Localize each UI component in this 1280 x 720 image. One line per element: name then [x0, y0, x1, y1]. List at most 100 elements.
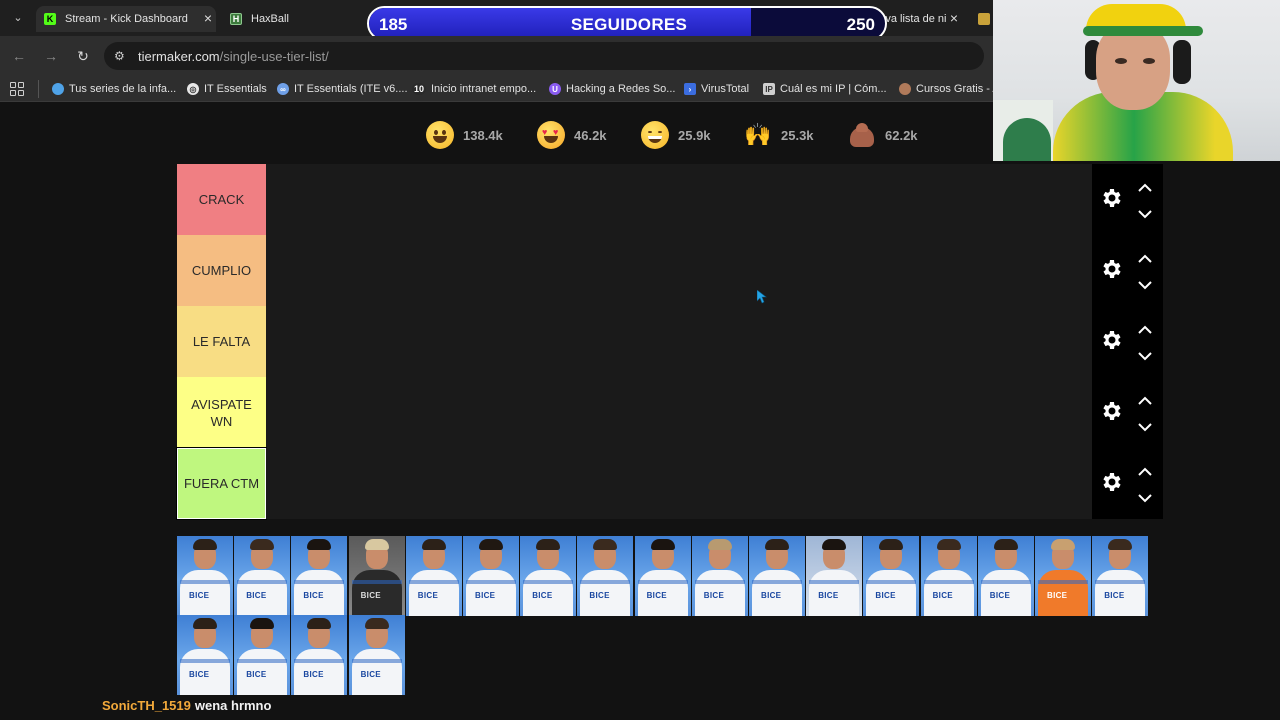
bookmarks-divider [38, 80, 39, 98]
sponsor-label: BICE [360, 670, 381, 679]
virustotal-icon: › [684, 83, 696, 95]
poop-icon [848, 121, 876, 149]
tier-label[interactable]: CRACK [177, 164, 266, 235]
player-card[interactable]: BICE [977, 536, 1034, 616]
player-card[interactable]: BICE [749, 536, 805, 616]
bookmark-label: IT Essentials [204, 83, 267, 95]
player-card[interactable]: BICE [691, 536, 748, 616]
reaction-grinning[interactable]: 138.4k [426, 117, 503, 153]
grinning-face-icon [426, 121, 454, 149]
reload-icon[interactable]: ↻ [74, 47, 92, 65]
chevron-down-icon[interactable] [1138, 490, 1152, 503]
forward-arrow-icon[interactable]: → [42, 47, 60, 65]
chevron-down-icon[interactable] [1138, 348, 1152, 361]
chevron-up-icon[interactable] [1138, 464, 1152, 476]
player-card[interactable]: BICE [348, 536, 405, 616]
sponsor-label: BICE [475, 591, 496, 600]
ip-icon: IP [763, 83, 775, 95]
url-text[interactable]: tiermaker.com/single-use-tier-list/ [138, 49, 329, 64]
player-card[interactable]: BICE [234, 536, 291, 616]
player-card[interactable]: BICE [863, 536, 920, 616]
player-card[interactable]: BICE [634, 536, 691, 616]
player-card[interactable]: BICE [1092, 536, 1149, 616]
tier-label[interactable]: CUMPLIO [177, 235, 266, 306]
tab-kick-dashboard[interactable]: K Stream - Kick Dashboard × [36, 6, 216, 32]
player-card[interactable]: BICE [291, 536, 348, 616]
player-card[interactable]: BICE [920, 536, 977, 616]
follower-goal-label: SEGUIDORES [570, 15, 688, 34]
laughing-face-icon [641, 121, 669, 149]
tab-search-chevron-icon[interactable]: ⌄ [8, 8, 28, 28]
reaction-count: 25.3k [781, 127, 814, 143]
sponsor-label: BICE [818, 591, 839, 600]
gear-icon[interactable] [1100, 186, 1124, 210]
player-card[interactable]: BICE [177, 615, 233, 695]
bookmark-label: Tus series de la infa... [69, 83, 177, 95]
bookmark-item[interactable]: U Hacking a Redes So... [549, 81, 675, 97]
chat-message: SonicTH_1519 wena hrmno [102, 698, 271, 713]
bookmark-label: IT Essentials (ITE v6.... [294, 83, 408, 95]
tier-drop-zone[interactable] [266, 164, 1092, 235]
sponsor-label: BICE [932, 591, 953, 600]
gear-icon[interactable] [1100, 257, 1124, 281]
bookmark-item[interactable]: ∞ IT Essentials (ITE v6.... [277, 81, 408, 97]
chevron-down-icon[interactable] [1138, 419, 1152, 432]
tier-controls [1092, 377, 1163, 448]
reaction-poop[interactable]: 62.2k [848, 117, 918, 153]
player-card[interactable]: BICE [806, 536, 863, 616]
chevron-up-icon[interactable] [1138, 180, 1152, 192]
bookmark-item[interactable]: ◎ IT Essentials [187, 81, 267, 97]
player-card[interactable]: BICE [348, 615, 405, 695]
bookmark-item[interactable]: IP Cuál es mi IP | Cóm... [763, 81, 887, 97]
player-card[interactable]: BICE [577, 536, 634, 616]
tier-controls [1092, 306, 1163, 377]
bookmark-item[interactable]: Tus series de la infa... [52, 81, 176, 97]
gear-icon[interactable] [1100, 328, 1124, 352]
tier-drop-zone[interactable] [266, 235, 1092, 306]
url-field[interactable]: ⚙ tiermaker.com/single-use-tier-list/ [104, 42, 984, 70]
sponsor-label: BICE [761, 591, 782, 600]
bookmark-item[interactable]: 10 Inicio intranet empo... [412, 81, 536, 97]
player-card[interactable]: BICE [405, 536, 462, 616]
close-tab-icon[interactable]: × [200, 6, 216, 32]
reaction-heart-eyes[interactable]: ♥ ♥ 46.2k [537, 117, 607, 153]
chevron-up-icon[interactable] [1138, 393, 1152, 405]
sponsor-label: BICE [189, 670, 210, 679]
chevron-up-icon[interactable] [1138, 251, 1152, 263]
tier-drop-zone[interactable] [266, 448, 1092, 519]
gear-icon[interactable] [1100, 470, 1124, 494]
sponsor-label: BICE [532, 591, 553, 600]
gear-icon[interactable] [1100, 399, 1124, 423]
player-card[interactable]: BICE [291, 615, 348, 695]
chevron-down-icon[interactable] [1138, 206, 1152, 219]
close-tab-icon[interactable]: × [946, 6, 962, 32]
tab-favicon-partial[interactable] [978, 6, 992, 32]
reaction-count: 138.4k [463, 127, 503, 143]
player-card[interactable]: BICE [463, 536, 519, 616]
tier-list: CRACK CUMPLIO LE FALTA AVISPATE WN FUERA CTM [176, 164, 1163, 520]
tier-row: FUERA CTM [176, 447, 1163, 520]
bookmark-label: Cuál es mi IP | Cóm... [780, 83, 887, 95]
sponsor-label: BICE [1104, 591, 1125, 600]
apps-grid-icon[interactable] [10, 82, 24, 96]
player-card[interactable]: BICE [177, 536, 233, 616]
reaction-raised-hands[interactable]: 🙌 25.3k [744, 117, 814, 153]
tier-label[interactable]: FUERA CTM [176, 447, 267, 520]
chevron-up-icon[interactable] [1138, 322, 1152, 334]
tier-label[interactable]: LE FALTA [177, 306, 266, 377]
player-card[interactable]: BICE [234, 615, 291, 695]
tier-label[interactable]: AVISPATE WN [177, 377, 266, 448]
chevron-down-icon[interactable] [1138, 277, 1152, 290]
player-card[interactable]: BICE [520, 536, 577, 616]
site-settings-icon[interactable]: ⚙ [114, 49, 125, 63]
bookmark-item[interactable]: › VirusTotal [684, 81, 749, 97]
sponsor-label: BICE [589, 591, 610, 600]
tier-drop-zone[interactable] [266, 306, 1092, 377]
tier-drop-zone[interactable] [266, 377, 1092, 448]
back-arrow-icon[interactable]: ← [10, 47, 28, 65]
bookmark-dot-icon [52, 83, 64, 95]
streamer-webcam [993, 0, 1280, 161]
bookmark-item[interactable]: Cursos Gratis - A [899, 81, 1000, 97]
player-card[interactable]: BICE [1035, 536, 1091, 616]
reaction-laughing[interactable]: 25.9k [641, 117, 711, 153]
